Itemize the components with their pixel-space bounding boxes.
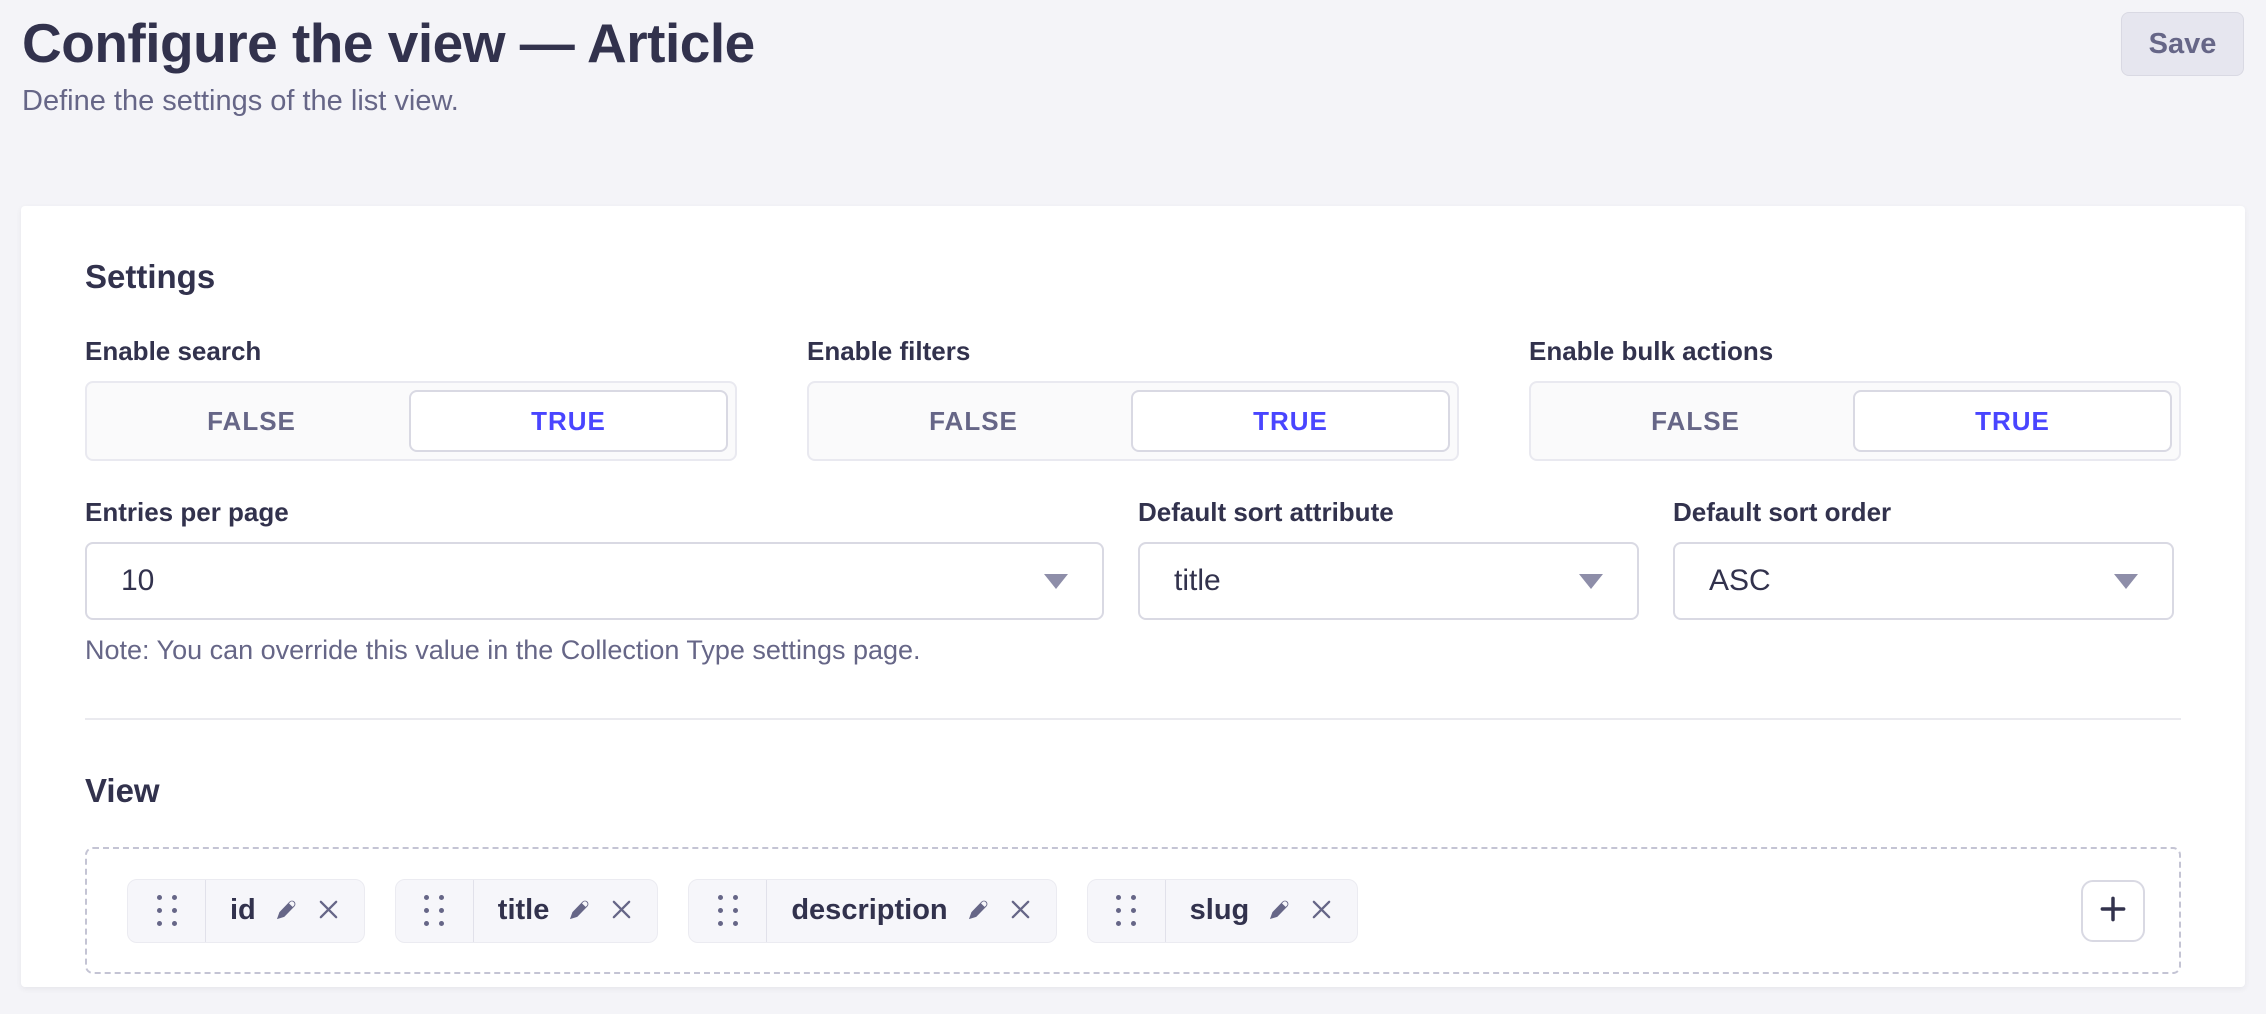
caret-down-icon (1579, 574, 1603, 589)
caret-down-icon (2114, 574, 2138, 589)
drag-handle-icon (1116, 895, 1136, 926)
entries-per-page-note: Note: You can override this value in the… (85, 635, 1104, 666)
drag-handle-icon (157, 895, 177, 926)
close-icon (610, 898, 633, 924)
field-chip-id[interactable]: id (127, 879, 365, 943)
pencil-icon (965, 896, 992, 926)
enable-filters-label: Enable filters (807, 336, 1459, 367)
settings-card: Settings Enable search FALSE TRUE Enable… (21, 206, 2245, 987)
entries-per-page-value: 10 (121, 564, 154, 598)
edit-field-button[interactable] (965, 896, 992, 926)
chip-body: slug (1166, 880, 1358, 942)
edit-field-button[interactable] (1266, 896, 1293, 926)
section-divider (85, 718, 2181, 720)
enable-filters-true-option[interactable]: TRUE (1131, 390, 1450, 452)
enable-search-label: Enable search (85, 336, 737, 367)
field-chip-label: id (230, 894, 256, 927)
enable-bulk-actions-true-option[interactable]: TRUE (1853, 390, 2172, 452)
enable-bulk-actions-field: Enable bulk actions FALSE TRUE (1529, 336, 2181, 461)
toggles-row: Enable search FALSE TRUE Enable filters … (85, 336, 2181, 461)
enable-search-false-option[interactable]: FALSE (94, 390, 409, 452)
remove-field-button[interactable] (1009, 898, 1032, 924)
chip-body: title (474, 880, 658, 942)
pencil-icon (1266, 896, 1293, 926)
edit-field-button[interactable] (566, 896, 593, 926)
enable-search-true-option[interactable]: TRUE (409, 390, 728, 452)
field-chip-description[interactable]: description (688, 879, 1056, 943)
chip-body: description (767, 880, 1055, 942)
add-field-button[interactable] (2081, 880, 2145, 942)
default-sort-attribute-value: title (1174, 564, 1221, 598)
page-title: Configure the view — Article (22, 12, 2244, 75)
enable-bulk-actions-false-option[interactable]: FALSE (1538, 390, 1853, 452)
caret-down-icon (1044, 574, 1068, 589)
enable-bulk-actions-label: Enable bulk actions (1529, 336, 2181, 367)
entries-per-page-select[interactable]: 10 (85, 542, 1104, 620)
field-chip-title[interactable]: title (395, 879, 659, 943)
edit-field-button[interactable] (273, 896, 300, 926)
entries-per-page-field: Entries per page 10 Note: You can overri… (85, 497, 1104, 666)
default-sort-attribute-select[interactable]: title (1138, 542, 1639, 620)
default-sort-order-value: ASC (1709, 564, 1771, 598)
drag-handle-icon (718, 895, 738, 926)
field-chip-label: title (498, 894, 550, 927)
save-button[interactable]: Save (2121, 12, 2244, 76)
selects-row: Entries per page 10 Note: You can overri… (85, 497, 2181, 666)
default-sort-order-select[interactable]: ASC (1673, 542, 2174, 620)
field-chip-label: slug (1190, 894, 1250, 927)
drag-handle[interactable] (1088, 880, 1166, 942)
entries-per-page-label: Entries per page (85, 497, 1104, 528)
page-subtitle: Define the settings of the list view. (22, 85, 2244, 118)
enable-filters-toggle: FALSE TRUE (807, 381, 1459, 461)
pencil-icon (566, 896, 593, 926)
remove-field-button[interactable] (1310, 898, 1333, 924)
remove-field-button[interactable] (610, 898, 633, 924)
chip-body: id (206, 880, 364, 942)
enable-bulk-actions-toggle: FALSE TRUE (1529, 381, 2181, 461)
remove-field-button[interactable] (317, 898, 340, 924)
field-chip-slug[interactable]: slug (1087, 879, 1359, 943)
close-icon (1310, 898, 1333, 924)
drag-handle-icon (424, 895, 444, 926)
settings-heading: Settings (85, 258, 2181, 296)
field-chip-label: description (791, 894, 947, 927)
enable-search-toggle: FALSE TRUE (85, 381, 737, 461)
view-fields-drop-zone: id title (85, 847, 2181, 974)
default-sort-attribute-label: Default sort attribute (1138, 497, 1639, 528)
drag-handle[interactable] (689, 880, 767, 942)
close-icon (317, 898, 340, 924)
drag-handle[interactable] (128, 880, 206, 942)
default-sort-order-field: Default sort order ASC (1673, 497, 2174, 666)
enable-search-field: Enable search FALSE TRUE (85, 336, 737, 461)
enable-filters-false-option[interactable]: FALSE (816, 390, 1131, 452)
close-icon (1009, 898, 1032, 924)
page-header: Configure the view — Article Define the … (0, 0, 2266, 118)
pencil-icon (273, 896, 300, 926)
view-heading: View (85, 772, 2181, 810)
enable-filters-field: Enable filters FALSE TRUE (807, 336, 1459, 461)
default-sort-attribute-field: Default sort attribute title (1138, 497, 1639, 666)
drag-handle[interactable] (396, 880, 474, 942)
plus-icon (2097, 893, 2129, 928)
default-sort-order-label: Default sort order (1673, 497, 2174, 528)
